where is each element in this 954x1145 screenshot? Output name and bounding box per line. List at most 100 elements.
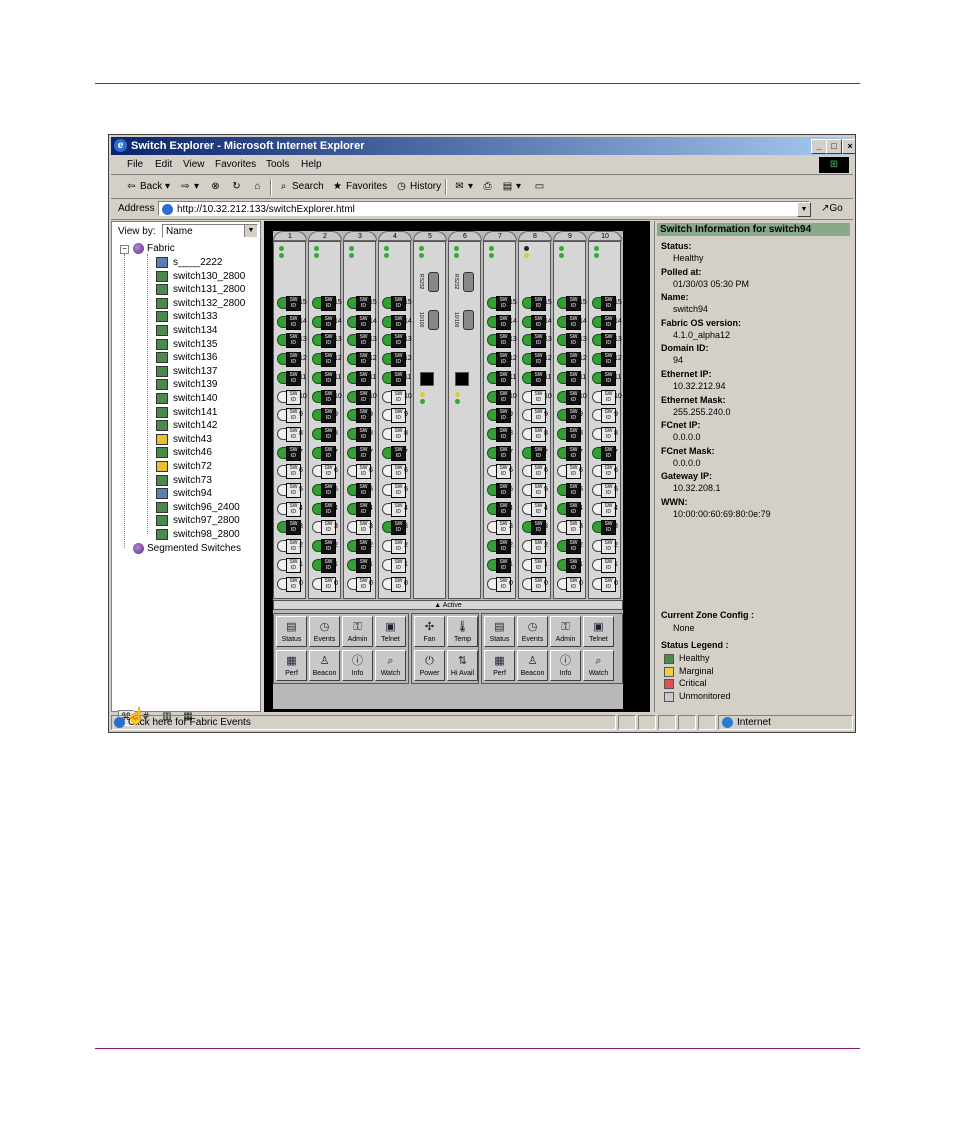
tree-item-switch[interactable]: switch73 (116, 474, 256, 487)
port[interactable]: SW ID 9 (277, 407, 303, 424)
port[interactable]: SW ID 1 (522, 557, 548, 573)
temp-button[interactable]: 🌡 Temp (447, 616, 478, 647)
port[interactable]: SW ID 8 (382, 426, 408, 442)
port[interactable]: SW ID 11 (382, 370, 411, 386)
port[interactable]: SW ID 3 (522, 519, 548, 536)
hi-avail-button[interactable]: ⇅ Hi Avail (447, 650, 478, 681)
port[interactable]: SW ID 14 (277, 314, 307, 330)
port[interactable]: SW ID 15 (557, 295, 587, 311)
edit-button[interactable]: ▤ ▾ (501, 179, 521, 195)
close-button[interactable]: × (842, 139, 855, 154)
port[interactable]: SW ID 15 (312, 295, 342, 311)
port[interactable]: SW ID 10 (347, 389, 377, 405)
tree-item-switch[interactable]: switch134 (116, 324, 256, 337)
port[interactable]: SW ID 2 (592, 538, 618, 555)
port[interactable]: SW ID 6 (522, 463, 548, 480)
port[interactable]: SW ID 2 (522, 538, 548, 555)
beacon-button[interactable]: ♙ Beacon (309, 650, 340, 681)
mail-button[interactable]: ✉ ▾ (453, 179, 473, 195)
port[interactable]: SW ID 0 (557, 576, 583, 592)
port[interactable]: SW ID 4 (347, 501, 373, 517)
status-button[interactable]: ▤ Status (276, 616, 307, 647)
tree-item-switch[interactable]: switch46 (116, 446, 256, 459)
port[interactable]: SW ID 9 (382, 407, 408, 424)
port[interactable]: SW ID 1 (487, 557, 513, 573)
tree-item-switch[interactable]: switch135 (116, 338, 256, 351)
port-blade[interactable]: SW ID 15 SW ID 14 SW ID 13 SW ID 12 SW ID 11 SW ID… (308, 241, 342, 599)
port[interactable]: SW ID 6 (557, 463, 583, 480)
menu-tools[interactable]: Tools (266, 159, 289, 170)
port[interactable]: SW ID 14 (522, 314, 552, 330)
port[interactable]: SW ID 1 (347, 557, 373, 573)
tree-node-segmented[interactable]: Segmented Switches (116, 542, 256, 555)
tree-item-switch[interactable]: switch136 (116, 351, 256, 364)
info-button[interactable]: ⓘ Info (550, 650, 581, 681)
port[interactable]: SW ID 13 (522, 332, 552, 349)
port[interactable]: SW ID 15 (382, 295, 412, 311)
port[interactable]: SW ID 2 (382, 538, 408, 555)
tree-item-switch[interactable]: s____2222 (116, 256, 256, 269)
menu-view[interactable]: View (183, 159, 205, 170)
port[interactable]: SW ID 10 (592, 389, 622, 405)
menu-favorites[interactable]: Favorites (215, 159, 256, 170)
port[interactable]: SW ID 2 (347, 538, 373, 555)
port[interactable]: SW ID 7 (347, 445, 373, 461)
events-button[interactable]: ◷ Events (309, 616, 340, 647)
tree-item-switch[interactable]: switch130_2800 (116, 270, 256, 283)
port-blade[interactable]: SW ID 15 SW ID 14 SW ID 13 SW ID 12 SW ID 11 SW ID… (553, 241, 587, 599)
port[interactable]: SW ID 12 (592, 351, 622, 368)
port[interactable]: SW ID 7 (592, 445, 618, 461)
port-blade[interactable]: SW ID 15 SW ID 14 SW ID 13 SW ID 12 SW ID 11 SW ID… (273, 241, 307, 599)
tree-item-switch[interactable]: switch142 (116, 419, 256, 432)
port[interactable]: SW ID 4 (277, 501, 303, 517)
port[interactable]: SW ID 2 (557, 538, 583, 555)
port[interactable]: SW ID 7 (487, 445, 513, 461)
status-text-panel[interactable]: Click here for Fabric Events (111, 715, 616, 730)
port[interactable]: SW ID 12 (382, 351, 412, 368)
port[interactable]: SW ID 9 (347, 407, 373, 424)
port[interactable]: SW ID 0 (592, 576, 618, 592)
port[interactable]: SW ID 14 (382, 314, 412, 330)
port[interactable]: SW ID 10 (487, 389, 517, 405)
tree-item-switch[interactable]: switch96_2400 (116, 501, 256, 514)
port[interactable]: SW ID 7 (522, 445, 548, 461)
port[interactable]: SW ID 12 (557, 351, 587, 368)
port[interactable]: SW ID 5 (312, 482, 338, 498)
tree-item-switch[interactable]: switch94 (116, 487, 256, 500)
port[interactable]: SW ID 10 (522, 389, 552, 405)
tree-item-switch[interactable]: switch139 (116, 378, 256, 391)
port[interactable]: SW ID 13 (557, 332, 587, 349)
port[interactable]: SW ID 12 (522, 351, 552, 368)
port[interactable]: SW ID 3 (312, 519, 338, 536)
search-button[interactable]: ⌕ Search (277, 179, 324, 195)
port[interactable]: SW ID 10 (277, 389, 307, 405)
port[interactable]: SW ID 11 (347, 370, 376, 386)
port[interactable]: SW ID 15 (592, 295, 622, 311)
port[interactable]: SW ID 9 (487, 407, 513, 424)
port[interactable]: SW ID 12 (487, 351, 517, 368)
print-button[interactable]: ⎙ (481, 179, 496, 195)
port[interactable]: SW ID 6 (382, 463, 408, 480)
tree-item-switch[interactable]: switch140 (116, 392, 256, 405)
chevron-down-icon[interactable]: ▼ (244, 225, 257, 237)
port[interactable]: SW ID 11 (557, 370, 586, 386)
port[interactable]: SW ID 4 (522, 501, 548, 517)
address-input[interactable]: http://10.32.212.133/switchExplorer.html (158, 201, 810, 216)
port[interactable]: SW ID 3 (487, 519, 513, 536)
port[interactable]: SW ID 5 (277, 482, 303, 498)
port[interactable]: SW ID 1 (312, 557, 338, 573)
tree-item-switch[interactable]: switch98_2800 (116, 528, 256, 541)
port[interactable]: SW ID 11 (277, 370, 306, 386)
home-button[interactable]: ⌂ (251, 179, 266, 195)
port[interactable]: SW ID 15 (347, 295, 377, 311)
tree-item-switch[interactable]: switch141 (116, 406, 256, 419)
port[interactable]: SW ID 4 (382, 501, 408, 517)
telnet-button[interactable]: ▣ Telnet (583, 616, 614, 647)
menu-help[interactable]: Help (301, 159, 322, 170)
info-button[interactable]: ⓘ Info (342, 650, 373, 681)
go-button[interactable]: ↗Go (821, 203, 843, 214)
port[interactable]: SW ID 9 (592, 407, 618, 424)
tree-item-switch[interactable]: switch137 (116, 365, 256, 378)
beacon-button[interactable]: ♙ Beacon (517, 650, 548, 681)
history-button[interactable]: ◷ History (395, 179, 441, 195)
